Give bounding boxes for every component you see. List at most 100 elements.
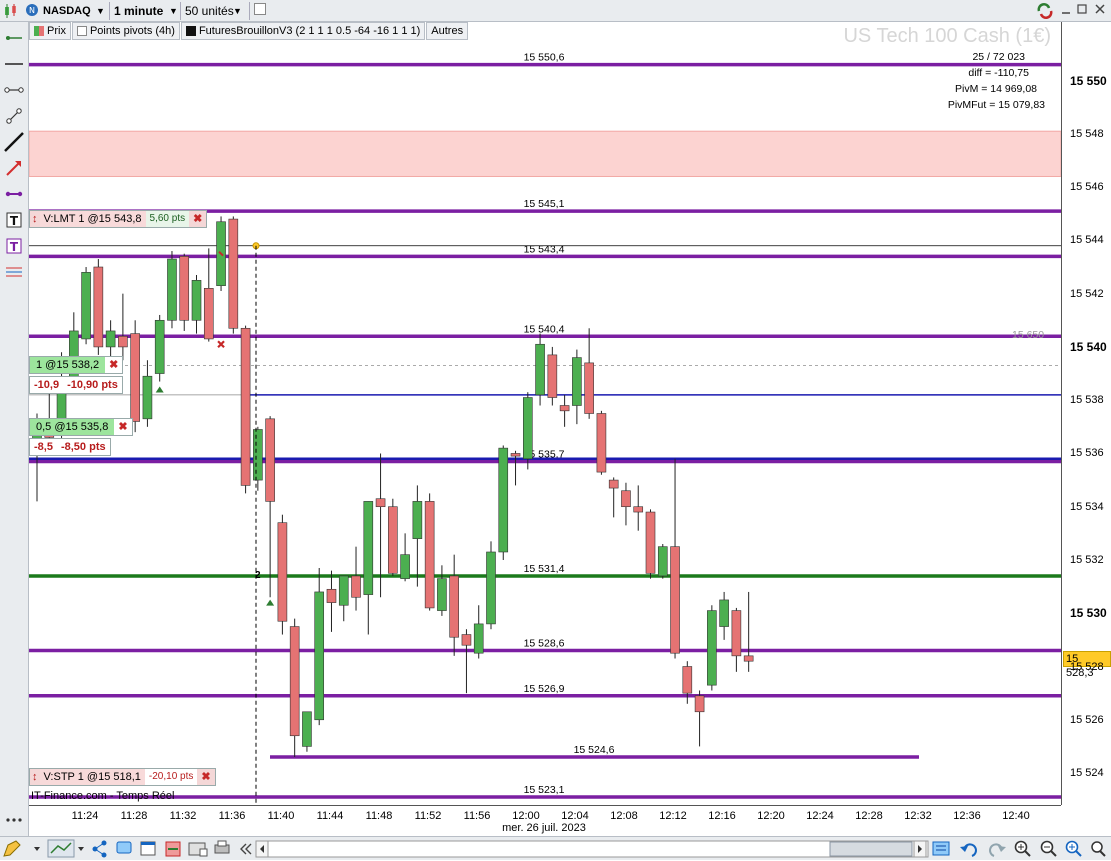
legend-price[interactable]: Prix [29, 22, 71, 40]
scroll-left-icon[interactable] [255, 840, 269, 858]
position-tag-2[interactable]: 0,5 @15 535,8 ✖ [29, 418, 133, 436]
time-tick-label: 12:16 [708, 810, 736, 822]
checkbox-icon[interactable] [254, 3, 266, 19]
magnifier-icon[interactable] [1091, 841, 1106, 857]
candle-down [424, 493, 435, 611]
candle-body [326, 588, 337, 603]
candle-up [719, 591, 729, 640]
candle-down [559, 394, 570, 427]
candle-down [670, 458, 680, 659]
candle-down [731, 607, 742, 672]
segment-tool-icon[interactable] [4, 80, 24, 100]
timeframe-selector[interactable]: 1 minute [114, 3, 163, 19]
candle-up [437, 565, 447, 616]
legend-pivots[interactable]: Points pivots (4h) [71, 22, 180, 40]
scroll-right-icon[interactable] [913, 840, 927, 858]
stop-order-label: V:STP 1 @15 518,1 [39, 769, 145, 785]
chevron-down-icon[interactable] [34, 847, 40, 851]
zoom-out-icon[interactable] [1040, 840, 1057, 857]
close-position-icon[interactable]: ✖ [105, 357, 122, 373]
indicators-icon[interactable] [165, 841, 181, 857]
price-tick-label: 15 546 [1070, 181, 1104, 194]
candle-body [621, 490, 631, 508]
chart-type-icon[interactable] [47, 839, 75, 858]
channel-tool-icon[interactable] [4, 184, 24, 204]
fibonacci-tool-icon[interactable] [4, 262, 24, 282]
info-pivmfut: PivMFut = 15 079,83 [947, 99, 1045, 111]
drag-handle-icon[interactable]: ↕ [30, 769, 40, 785]
ray-tool-icon[interactable] [4, 106, 24, 126]
legend-others-label: Autres [431, 25, 464, 37]
candle-up [167, 251, 177, 329]
trendline-tool-icon[interactable] [4, 132, 24, 152]
horizontal-scrollbar[interactable] [267, 840, 929, 858]
text-box-tool-icon[interactable]: T [4, 236, 24, 256]
candle-body [645, 511, 656, 574]
line-tool-icon[interactable] [4, 28, 24, 48]
candle-down [351, 546, 361, 611]
candle-down [510, 450, 521, 486]
minimize-icon[interactable] [1060, 3, 1072, 19]
candle-body [105, 330, 116, 348]
screenshot-icon[interactable] [188, 842, 208, 857]
print-icon[interactable] [214, 840, 230, 854]
cancel-order-icon[interactable]: ✖ [197, 769, 215, 785]
candle-body [363, 501, 374, 595]
time-tick-label: 12:08 [610, 810, 638, 822]
stop-order-tag[interactable]: ↕ V:STP 1 @15 518,1 -20,10 pts ✖ [29, 768, 216, 786]
maximize-icon[interactable] [1076, 3, 1088, 19]
candle-down [584, 328, 594, 419]
units-selector[interactable]: 50 unités [185, 3, 234, 19]
share-icon[interactable] [92, 840, 107, 858]
comment-icon[interactable] [116, 841, 132, 854]
chevron-down-icon[interactable]: ▼ [96, 3, 105, 19]
zoom-fit-icon[interactable] [1065, 840, 1082, 857]
info-pivm: PivM = 14 969,08 [954, 83, 1037, 95]
pivot-level-label: 15 523,1 [524, 784, 565, 796]
legend-others[interactable]: Autres [426, 22, 469, 40]
chevron-down-icon[interactable]: ▼ [169, 3, 178, 19]
close-position-icon[interactable]: ✖ [114, 419, 131, 435]
time-tick-label: 12:36 [953, 810, 981, 822]
collapse-left-icon[interactable] [240, 843, 252, 855]
time-axis[interactable]: mer. 26 juil. 2023 11:24 11:28 11:32 11:36 1… [29, 805, 1061, 836]
candle-body [584, 362, 594, 414]
drag-handle-icon[interactable]: ↕ [30, 211, 40, 227]
candle-down [743, 591, 754, 672]
chevron-down-icon[interactable]: ▼ [233, 3, 242, 19]
sell-cross-icon [217, 340, 225, 349]
chevron-down-icon[interactable] [78, 847, 84, 851]
candle-body [510, 453, 521, 457]
candle-down [608, 477, 619, 518]
pivot-level-label: 15 526,9 [524, 683, 565, 695]
window-icon[interactable] [140, 841, 156, 856]
candle-body [93, 266, 104, 348]
text-tool-icon[interactable]: T [4, 210, 24, 230]
position-2-pl-points: -8,50 pts [60, 441, 106, 453]
redo-icon[interactable] [989, 843, 1006, 857]
refresh-icon[interactable] [1036, 3, 1054, 19]
time-tick-label: 11:40 [267, 810, 295, 822]
candlestick-icon[interactable] [3, 3, 19, 19]
close-icon[interactable] [1094, 3, 1106, 19]
pivot-level-label: 15 540,4 [524, 323, 565, 335]
indicator-color-icon [185, 26, 196, 36]
position-tag-1[interactable]: 1 @15 538,2 ✖ [29, 356, 124, 374]
arrow-tool-icon[interactable] [4, 158, 24, 178]
undo-icon[interactable] [960, 843, 977, 857]
price-axis[interactable]: 15 528,3 15 524 15 526 15 528 15 530 15 532 1… [1061, 22, 1111, 805]
symbol-selector[interactable]: NASDAQ [43, 3, 91, 19]
chart-settings-icon[interactable] [932, 841, 950, 856]
cancel-order-icon[interactable]: ✖ [189, 211, 207, 227]
stop-order-points: -20,10 pts [144, 769, 198, 785]
candle-up [302, 711, 312, 752]
chart-plot-area[interactable]: 15 550,6 15 545,1 15 543,4 15 540,4 15 535,7… [29, 22, 1061, 805]
legend-indicator[interactable]: FuturesBrouillonV3 (2 1 1 1 0.5 -64 -16 … [180, 22, 426, 40]
pencil-icon[interactable] [3, 840, 21, 857]
zoom-in-icon[interactable] [1014, 840, 1031, 857]
instrument-watermark: US Tech 100 Cash (1€) [843, 25, 1051, 47]
limit-order-tag[interactable]: ↕ V:LMT 1 @15 543,8 5,60 pts ✖ [29, 210, 208, 228]
more-tools-icon[interactable] [4, 810, 24, 830]
price-chart: 15 550,615 545,115 543,415 540,415 535,7… [29, 52, 1061, 805]
horizontal-line-icon[interactable] [4, 54, 24, 74]
